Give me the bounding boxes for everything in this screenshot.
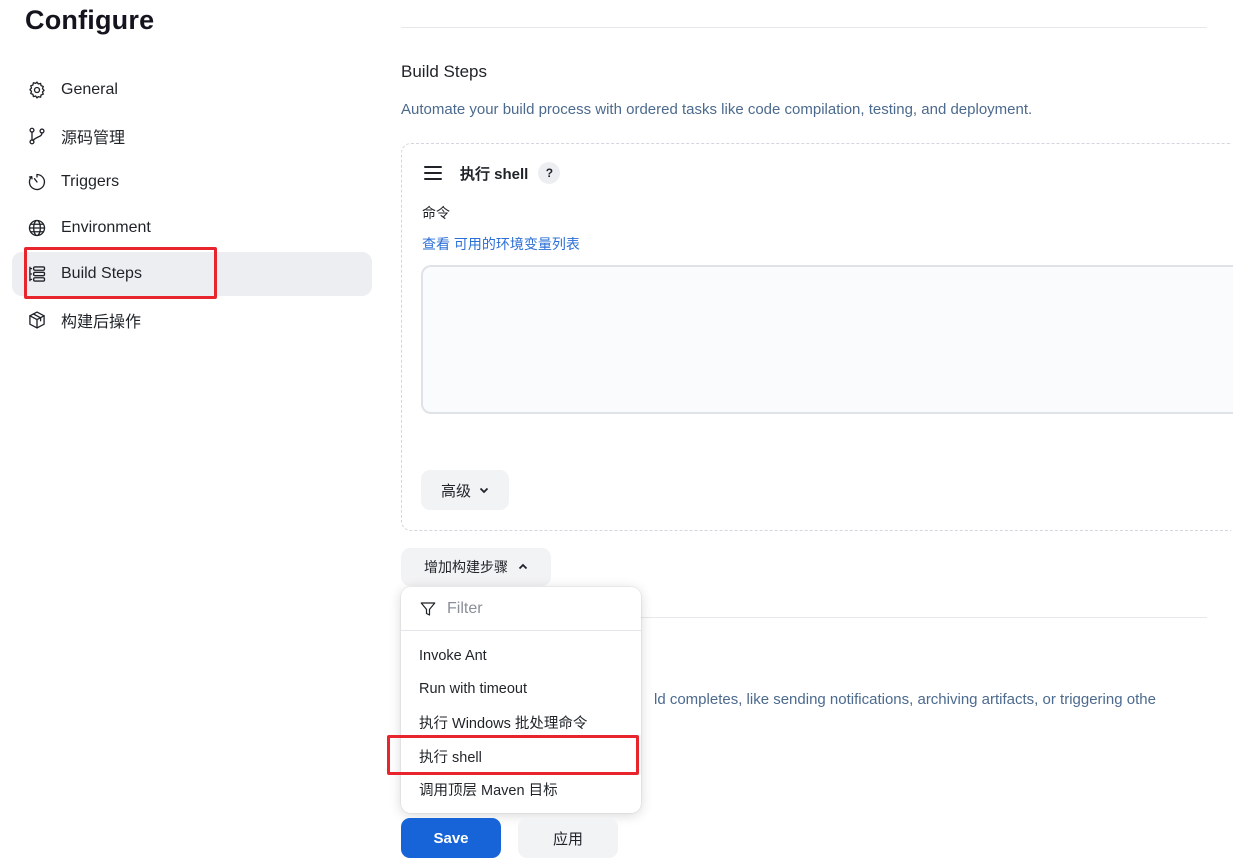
dropdown-list: Invoke Ant Run with timeout 执行 Windows 批… <box>401 631 641 807</box>
help-icon[interactable]: ? <box>538 162 561 184</box>
sidebar-item-label: General <box>61 81 118 98</box>
command-label: 命令 <box>422 205 450 221</box>
sidebar-item-environment[interactable]: Environment <box>12 206 372 250</box>
add-build-step-label: 增加构建步骤 <box>424 559 508 575</box>
build-step-name: 执行 shell <box>460 165 529 183</box>
list-steps-icon <box>26 263 48 285</box>
add-build-step-button[interactable]: 增加构建步骤 <box>401 548 551 586</box>
env-vars-prefix: 查看 <box>422 236 454 252</box>
build-steps-title: Build Steps <box>401 62 487 81</box>
filter-icon <box>420 601 436 616</box>
save-button[interactable]: Save <box>401 818 501 858</box>
build-steps-description: Automate your build process with ordered… <box>401 101 1033 118</box>
dropdown-item-maven-target[interactable]: 调用顶层 Maven 目标 <box>401 773 641 807</box>
package-icon <box>26 309 48 331</box>
env-vars-link-row: 查看 可用的环境变量列表 <box>422 234 580 254</box>
sidebar-item-general[interactable]: General <box>12 68 372 112</box>
dropdown-item-invoke-ant[interactable]: Invoke Ant <box>401 639 641 673</box>
dropdown-item-execute-shell[interactable]: 执行 shell <box>401 740 641 774</box>
sidebar-item-label: Environment <box>61 219 151 236</box>
sidebar: General 源码管理 Triggers Environment Build … <box>12 68 372 344</box>
sidebar-item-post-build[interactable]: 构建后操作 <box>12 298 372 342</box>
build-step-card: 执行 shell ? 命令 查看 可用的环境变量列表 高级 <box>401 143 1233 531</box>
advanced-label: 高级 <box>440 482 471 500</box>
gear-icon <box>26 79 48 101</box>
sidebar-item-label: 源码管理 <box>61 130 126 147</box>
filter-placeholder: Filter <box>447 599 483 617</box>
post-build-description: ld completes, like sending notifications… <box>654 691 1156 708</box>
command-textarea[interactable] <box>421 265 1233 414</box>
drag-handle-icon[interactable] <box>424 166 442 180</box>
git-branch-icon <box>26 125 48 147</box>
sidebar-item-source-control[interactable]: 源码管理 <box>12 114 372 158</box>
dropdown-item-run-with-timeout[interactable]: Run with timeout <box>401 673 641 707</box>
globe-icon <box>26 217 48 239</box>
env-vars-link[interactable]: 可用的环境变量列表 <box>454 236 580 252</box>
page-title: Configure <box>25 5 155 35</box>
apply-button[interactable]: 应用 <box>518 818 618 858</box>
advanced-button[interactable]: 高级 <box>421 470 509 510</box>
sidebar-item-triggers[interactable]: Triggers <box>12 160 372 204</box>
chevron-down-icon <box>479 487 489 494</box>
timer-icon <box>26 171 48 193</box>
sidebar-item-label: Triggers <box>61 173 120 190</box>
section-divider <box>401 27 1207 28</box>
chevron-up-icon <box>518 563 528 570</box>
sidebar-item-build-steps[interactable]: Build Steps <box>12 252 372 296</box>
sidebar-item-label: 构建后操作 <box>61 314 142 331</box>
build-step-header: 执行 shell ? <box>424 162 561 184</box>
sidebar-item-label: Build Steps <box>61 265 142 282</box>
add-step-dropdown: Filter Invoke Ant Run with timeout 执行 Wi… <box>401 587 641 813</box>
dropdown-item-windows-batch[interactable]: 执行 Windows 批处理命令 <box>401 706 641 740</box>
filter-input[interactable]: Filter <box>401 587 641 631</box>
